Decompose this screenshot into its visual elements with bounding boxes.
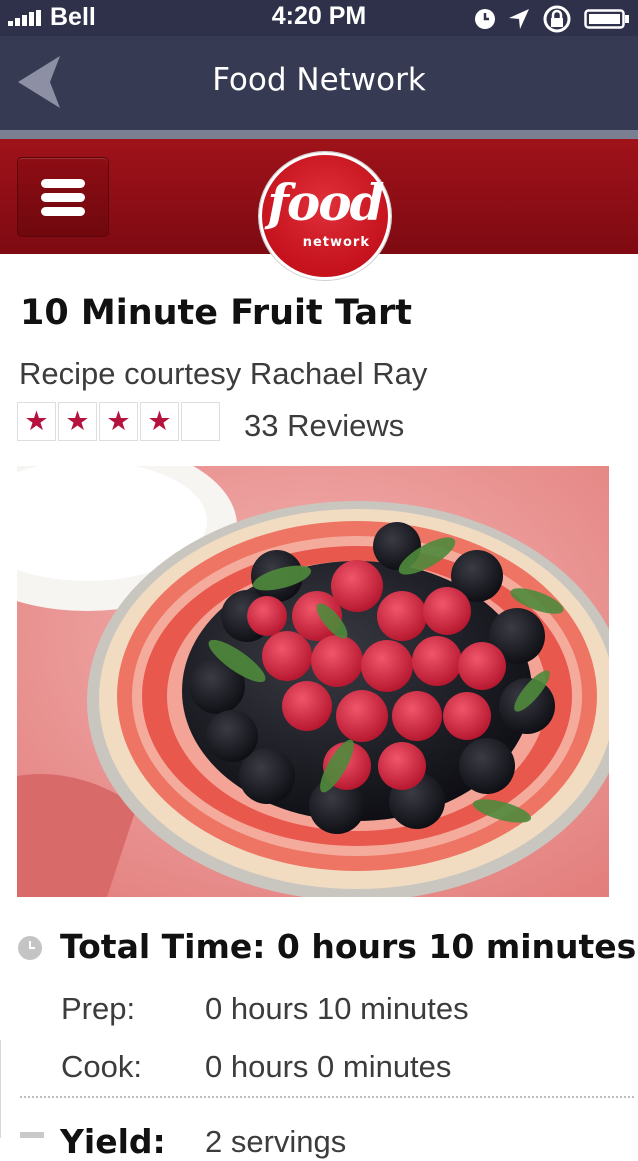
recipe-credit: Recipe courtesy Rachael Ray (19, 356, 428, 391)
rotation-lock-icon (543, 5, 571, 33)
prep-value: 0 hours 10 minutes (205, 991, 469, 1026)
star-icon-filled: ★ (17, 402, 56, 441)
nav-title: Food Network (212, 62, 426, 98)
logo-subword: network (302, 235, 370, 250)
battery-icon (584, 9, 629, 29)
prep-label: Prep: (61, 991, 136, 1026)
status-icons (474, 4, 630, 34)
menu-button[interactable] (17, 157, 109, 237)
location-arrow-icon (509, 9, 529, 29)
recipe-title: 10 Minute Fruit Tart (20, 293, 412, 333)
star-icon-empty: ★ (181, 402, 220, 441)
status-bar: Bell 4:20 PM (0, 0, 638, 36)
yield-icon (20, 1132, 44, 1138)
fruit-tart-photo (17, 466, 609, 897)
star-icon-filled: ★ (140, 402, 179, 441)
clock-icon (18, 936, 42, 960)
star-icon-filled: ★ (58, 402, 97, 441)
total-time: Total Time: 0 hours 10 minutes (60, 927, 637, 966)
star-icon-filled: ★ (99, 402, 138, 441)
reviews-link[interactable]: 33 Reviews (244, 408, 404, 444)
brand-header: food network (0, 139, 638, 280)
yield-label: Yield: (60, 1122, 166, 1161)
logo-word: food (267, 173, 384, 232)
recipe-photo (17, 466, 609, 897)
left-border (0, 1040, 1, 1138)
cook-label: Cook: (61, 1049, 142, 1084)
yield-value: 2 servings (205, 1124, 347, 1159)
navigation-bar: Food Network (0, 36, 638, 139)
food-network-logo[interactable]: food network (259, 152, 391, 280)
cook-value: 0 hours 0 minutes (205, 1049, 452, 1084)
section-divider (20, 1096, 634, 1098)
star-rating[interactable]: ★ ★ ★ ★ ★ (17, 402, 222, 441)
alarm-clock-icon (475, 9, 495, 29)
